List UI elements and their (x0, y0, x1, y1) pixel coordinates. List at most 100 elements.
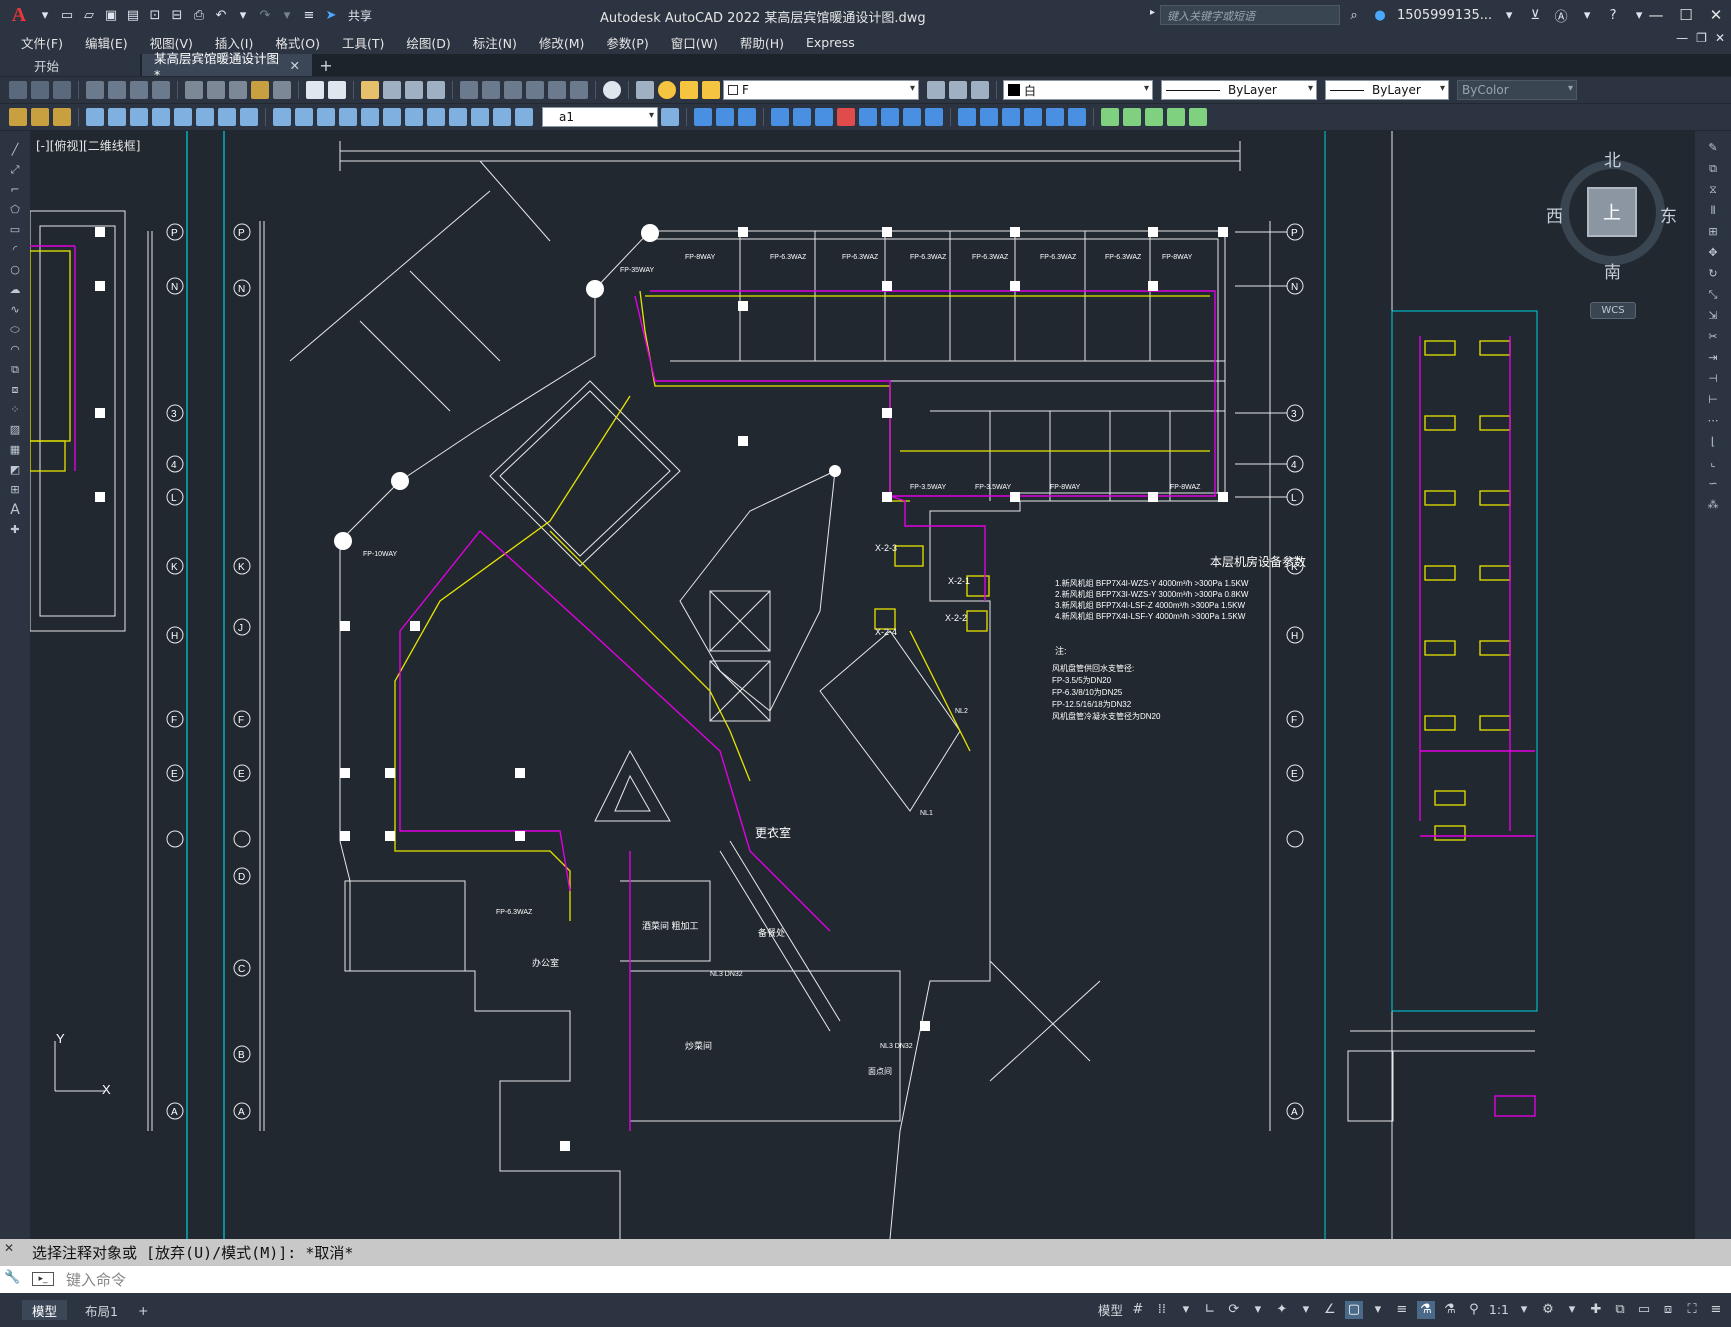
plotstyle-combo[interactable]: ByColor ▾ (1457, 80, 1577, 100)
move-tool-icon[interactable]: ✥ (1705, 246, 1721, 260)
break-point-icon[interactable]: ⊣ (1705, 372, 1721, 386)
text-style-icon[interactable] (53, 108, 71, 126)
blend-tool-icon[interactable]: ∽ (1705, 477, 1721, 491)
menu-express[interactable]: Express (795, 35, 866, 50)
chamfer-tool-icon[interactable]: ⌊ (1705, 435, 1721, 449)
units-icon[interactable]: ⧉ (1611, 1301, 1629, 1319)
save-file-icon[interactable] (53, 81, 71, 99)
3d-box-icon[interactable] (694, 108, 712, 126)
extend-icon[interactable] (980, 108, 998, 126)
layer-lock-icon[interactable] (702, 81, 720, 99)
annotation-monitor-icon[interactable]: ✚ (1587, 1301, 1605, 1319)
polar-dropdown-icon[interactable]: ▾ (1249, 1301, 1267, 1319)
rectangle-icon[interactable]: ▭ (7, 223, 23, 237)
redo-dropdown-icon[interactable]: ▾ (278, 6, 296, 24)
angular-dim-icon[interactable] (240, 108, 258, 126)
publish-icon[interactable] (130, 81, 148, 99)
command-recent-icon[interactable]: ▸_ (32, 1272, 54, 1286)
wcs-menu-button[interactable]: WCS (1590, 302, 1636, 319)
mirror-tool-icon[interactable]: ⧖ (1705, 183, 1721, 197)
aligned-dim-icon[interactable] (108, 108, 126, 126)
open-web-icon[interactable]: ⊡ (146, 6, 164, 24)
adjust-icon[interactable] (1189, 108, 1207, 126)
isodraft-icon[interactable]: ✦ (1273, 1301, 1291, 1319)
linear-dim-icon[interactable] (86, 108, 104, 126)
find-text-icon[interactable] (31, 108, 49, 126)
grid-icon[interactable]: # (1129, 1301, 1147, 1319)
jogged-linear-icon[interactable] (449, 108, 467, 126)
jogged-dim-icon[interactable] (196, 108, 214, 126)
construction-line-icon[interactable]: ⤢ (7, 163, 23, 177)
quick-properties-icon[interactable]: ▭ (1635, 1301, 1653, 1319)
sheet-set-icon[interactable] (526, 81, 544, 99)
3d-wedge-icon[interactable] (716, 108, 734, 126)
scale-dropdown-icon[interactable]: ▾ (1515, 1301, 1533, 1319)
quick-dim-icon[interactable] (273, 108, 291, 126)
explode-tool-icon[interactable]: ⁂ (1705, 498, 1721, 512)
layer-states-icon[interactable] (971, 81, 989, 99)
workspace-dropdown-icon[interactable]: ▾ (1563, 1301, 1581, 1319)
plot-icon[interactable]: ⎙ (190, 6, 208, 24)
close-icon[interactable]: ✕ (1701, 0, 1731, 30)
mirror-icon[interactable] (815, 108, 833, 126)
zoom-window-icon[interactable] (405, 81, 423, 99)
zoom-previous-icon[interactable] (427, 81, 445, 99)
layout-tab-layout1[interactable]: 布局1 (75, 1300, 128, 1320)
menu-help[interactable]: 帮助(H) (729, 33, 795, 52)
redo-icon[interactable]: ↷ (256, 6, 274, 24)
circle-icon[interactable]: ○ (7, 263, 23, 277)
paste-icon[interactable] (229, 81, 247, 99)
polar-icon[interactable]: ⟳ (1225, 1301, 1243, 1319)
copy-icon[interactable] (207, 81, 225, 99)
properties-icon[interactable] (460, 81, 478, 99)
menu-edit[interactable]: 编辑(E) (74, 33, 139, 52)
tolerance-icon[interactable] (383, 108, 401, 126)
add-layout-icon[interactable]: + (128, 1300, 158, 1320)
help-icon[interactable]: ? (1604, 6, 1622, 24)
dim-text-edit-icon[interactable] (493, 108, 511, 126)
open-file-icon[interactable] (31, 81, 49, 99)
layer-combo[interactable]: F ▾ (723, 80, 919, 100)
add-selected-icon[interactable]: ✚ (7, 523, 23, 537)
erase-tool-icon[interactable]: ✎ (1705, 141, 1721, 155)
drawing-canvas[interactable]: 本层机房设备参数 1.新风机组 BFP7X4I-WZS-Y 4000m³/h >… (30, 131, 1695, 1239)
menu-draw[interactable]: 绘图(D) (395, 33, 461, 52)
annotation-visibility-icon[interactable]: ⚗ (1416, 1300, 1435, 1319)
table-icon[interactable]: ⊞ (7, 483, 23, 497)
erase-icon[interactable] (837, 108, 855, 126)
save-as-icon[interactable]: ▤ (124, 6, 142, 24)
mtext-icon[interactable]: A (7, 503, 23, 517)
snap-dropdown-icon[interactable]: ▾ (1177, 1301, 1195, 1319)
redo-tool-icon[interactable] (328, 81, 346, 99)
hardware-acceleration-icon[interactable]: ⧈ (1659, 1301, 1677, 1319)
join-tool-icon[interactable]: ⋯ (1705, 414, 1721, 428)
fillet-tool-icon[interactable]: ⌞ (1705, 456, 1721, 470)
copy-object-icon[interactable] (793, 108, 811, 126)
viewcube-east[interactable]: 东 (1660, 202, 1677, 227)
scale-tool-icon[interactable]: ⤡ (1705, 288, 1721, 302)
save-icon[interactable]: ▣ (102, 6, 120, 24)
viewcube-top-face[interactable]: 上 (1587, 187, 1637, 237)
zoom-realtime-icon[interactable] (383, 81, 401, 99)
undo-dropdown-icon[interactable]: ▾ (234, 6, 252, 24)
minimize-icon[interactable]: — (1641, 0, 1671, 30)
markup-icon[interactable] (548, 81, 566, 99)
break-tool-icon[interactable]: ⊢ (1705, 393, 1721, 407)
dimstyle-combo[interactable]: a1 ▾ (542, 107, 658, 127)
join-icon[interactable] (1024, 108, 1042, 126)
open-icon[interactable]: ▱ (80, 6, 98, 24)
center-mark-icon[interactable] (405, 108, 423, 126)
undo-tool-icon[interactable] (306, 81, 324, 99)
continue-dim-icon[interactable] (317, 108, 335, 126)
radius-dim-icon[interactable] (174, 108, 192, 126)
offset-tool-icon[interactable]: ⫴ (1705, 204, 1721, 218)
pan-icon[interactable] (361, 81, 379, 99)
clip-icon[interactable] (1167, 108, 1185, 126)
menu-file[interactable]: 文件(F) (10, 33, 74, 52)
osnap-dropdown-icon[interactable]: ▾ (1369, 1301, 1387, 1319)
copy-tool-icon[interactable]: ⧉ (1705, 162, 1721, 176)
drawing-viewport[interactable]: 本层机房设备参数 1.新风机组 BFP7X4I-WZS-Y 4000m³/h >… (30, 131, 1695, 1239)
inspect-icon[interactable] (427, 108, 445, 126)
break-icon[interactable] (1002, 108, 1020, 126)
3d-cone-icon[interactable] (738, 108, 756, 126)
